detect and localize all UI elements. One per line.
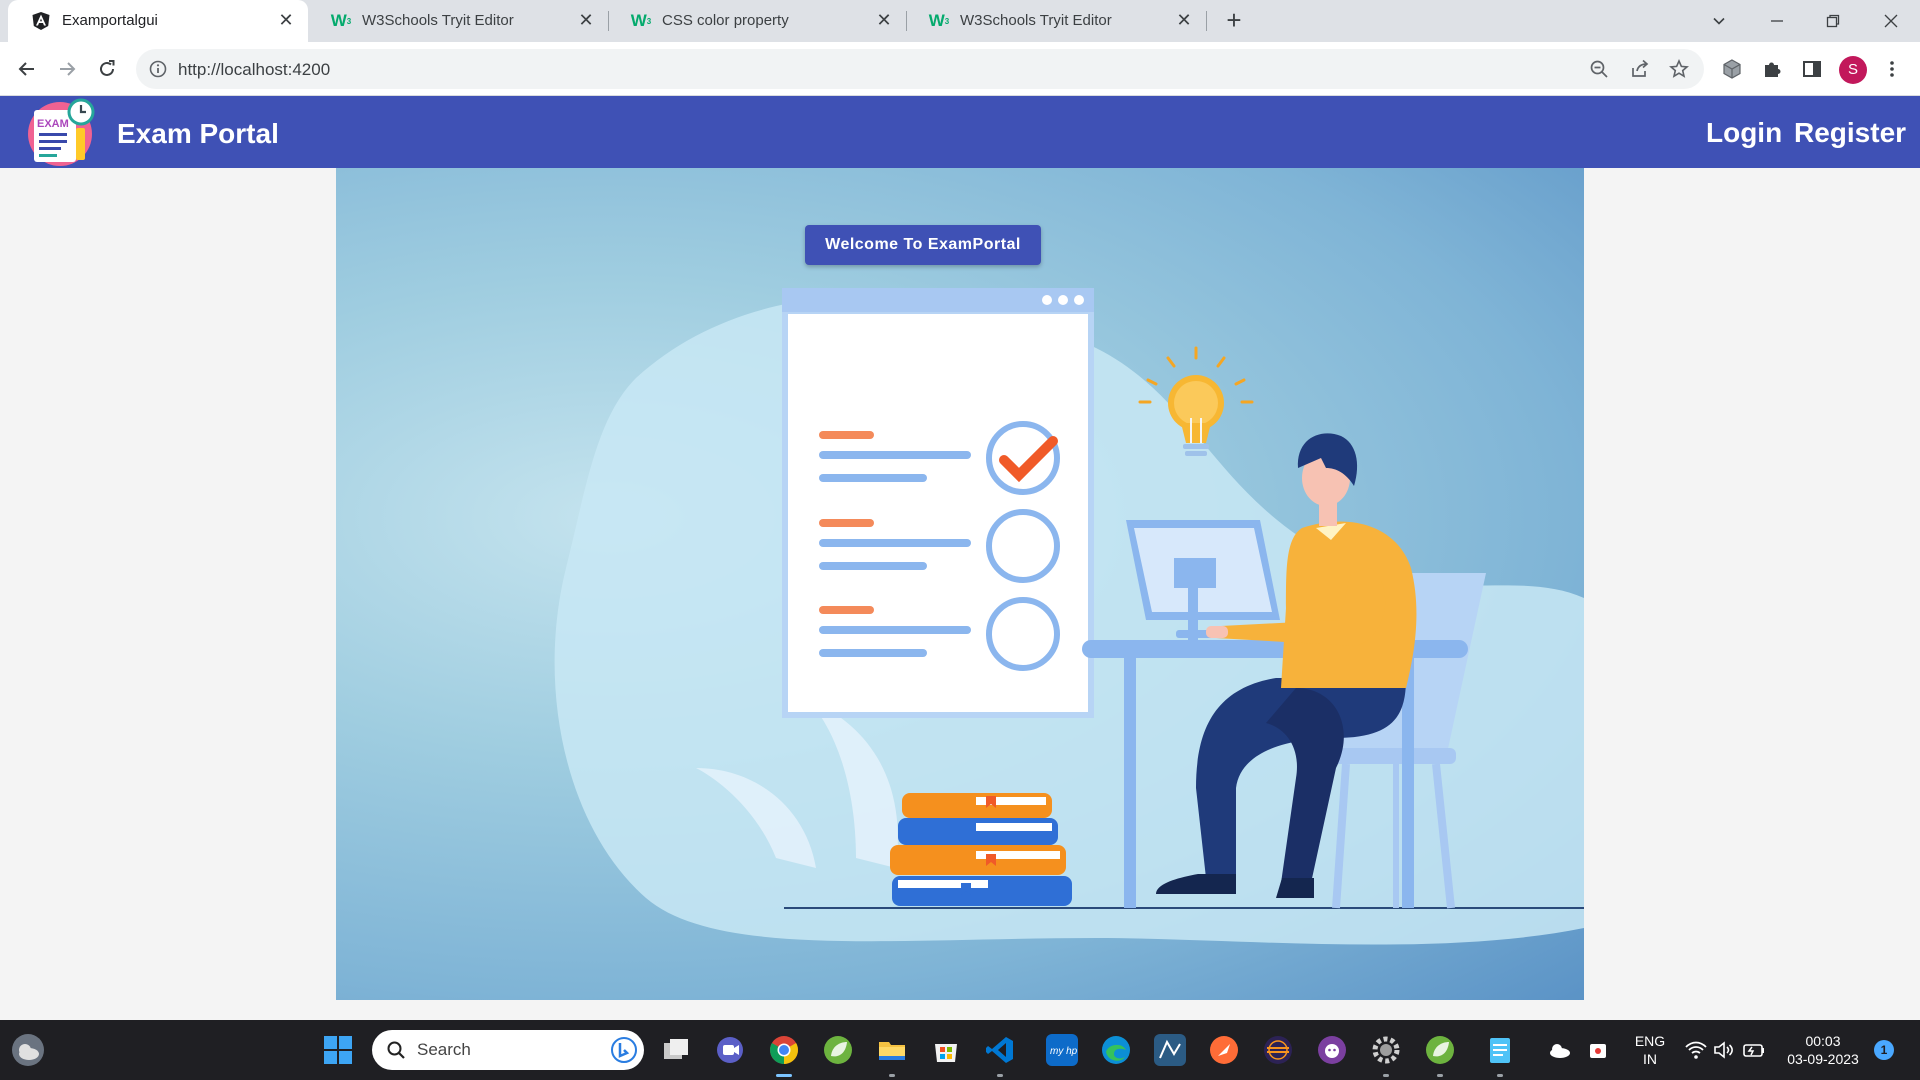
extensions-puzzle-icon[interactable] (1760, 57, 1784, 81)
open-app-indicator (1437, 1074, 1443, 1077)
taskbar-search-box[interactable]: Search (372, 1030, 644, 1070)
exam-illustration (554, 288, 1584, 945)
microsoft-store-icon[interactable] (930, 1034, 962, 1066)
logo-text: EXAM (37, 118, 69, 130)
notification-badge[interactable]: 1 (1874, 1040, 1894, 1060)
hero-banner: Welcome To ExamPortal (336, 168, 1584, 1000)
myhp-icon[interactable]: my hp (1046, 1034, 1078, 1066)
windows-taskbar: Search my hp ENG IN 00:03 03-09-2023 1 (0, 1020, 1920, 1080)
tab-title: Examportalgui (62, 12, 158, 29)
app-tray-icon[interactable] (1586, 1038, 1610, 1062)
close-tab-icon[interactable]: ✕ (1174, 10, 1194, 30)
open-app-indicator (1383, 1074, 1389, 1077)
login-link[interactable]: Login (1706, 117, 1782, 149)
side-panel-icon[interactable] (1800, 57, 1824, 81)
w3schools-icon: W3 (630, 11, 652, 30)
language-code: ENG (1634, 1033, 1666, 1049)
back-icon[interactable] (12, 54, 42, 84)
url-text[interactable]: http://localhost:4200 (178, 60, 330, 80)
book-stack (890, 793, 1072, 906)
app-navbar: EXAM Exam Portal Login Register (0, 96, 1920, 168)
notepad-icon[interactable] (1484, 1034, 1516, 1066)
w3schools-icon: W3 (928, 11, 950, 30)
mysql-workbench-icon[interactable] (1154, 1034, 1186, 1066)
svg-text:my hp: my hp (1050, 1046, 1078, 1057)
close-tab-icon[interactable]: ✕ (576, 10, 596, 30)
new-tab-button[interactable]: + (1220, 7, 1248, 35)
postman-icon[interactable] (1208, 1034, 1240, 1066)
volume-icon[interactable] (1712, 1038, 1736, 1062)
w3schools-icon: W3 (330, 11, 352, 30)
chrome-menu-icon[interactable] (1880, 57, 1904, 81)
tab-title: W3Schools Tryit Editor (960, 12, 1112, 29)
app-brand-title[interactable]: Exam Portal (117, 118, 279, 150)
onedrive-icon[interactable] (1546, 1038, 1572, 1062)
wifi-icon[interactable] (1684, 1038, 1708, 1062)
open-app-indicator (889, 1074, 895, 1077)
teams-icon[interactable] (714, 1034, 746, 1066)
tab-search-chevron-icon[interactable] (1696, 0, 1742, 42)
active-app-indicator (776, 1074, 792, 1077)
close-tab-icon[interactable]: ✕ (874, 10, 894, 30)
search-icon (386, 1040, 406, 1060)
chrome-icon[interactable] (768, 1034, 800, 1066)
eclipse-icon[interactable] (1262, 1034, 1294, 1066)
task-view-icon[interactable] (660, 1034, 692, 1066)
file-explorer-icon[interactable] (876, 1034, 908, 1066)
tab-title: CSS color property (662, 12, 789, 29)
tab-examportalgui[interactable]: Examportalgui ✕ (8, 0, 308, 42)
angular-icon (32, 12, 50, 30)
forward-icon[interactable] (52, 54, 82, 84)
browser-tab-strip: Examportalgui ✕ W3 W3Schools Tryit Edito… (0, 0, 1920, 42)
github-desktop-icon[interactable] (1316, 1034, 1348, 1066)
tab-separator (1206, 11, 1207, 31)
language-indicator[interactable]: ENG IN (1628, 1032, 1672, 1068)
settings-icon[interactable] (1370, 1034, 1402, 1066)
battery-icon[interactable] (1742, 1038, 1766, 1062)
restore-icon[interactable] (1810, 0, 1856, 42)
profile-avatar[interactable]: S (1839, 56, 1867, 84)
browser-toolbar: http://localhost:4200 (0, 42, 1920, 96)
address-bar[interactable]: http://localhost:4200 (136, 49, 1704, 89)
exam-logo-icon[interactable]: EXAM (26, 98, 96, 166)
register-link[interactable]: Register (1794, 117, 1906, 149)
bookmark-star-icon[interactable] (1668, 58, 1690, 80)
site-info-icon[interactable] (148, 59, 168, 79)
start-icon[interactable] (322, 1034, 354, 1066)
extension-cube-icon[interactable] (1720, 57, 1744, 81)
region-code: IN (1643, 1051, 1657, 1067)
share-icon[interactable] (1629, 58, 1651, 80)
clock-time: 00:03 (1805, 1033, 1841, 1049)
tab-title: W3Schools Tryit Editor (362, 12, 514, 29)
open-app-indicator (997, 1074, 1003, 1077)
close-window-icon[interactable] (1868, 0, 1914, 42)
weather-icon[interactable] (12, 1034, 44, 1066)
vscode-icon[interactable] (984, 1034, 1016, 1066)
welcome-button[interactable]: Welcome To ExamPortal (805, 225, 1041, 265)
checklist-board (782, 288, 1094, 718)
clock[interactable]: 00:03 03-09-2023 (1782, 1032, 1864, 1068)
tab-w3schools-tryit-2[interactable]: W3 W3Schools Tryit Editor ✕ (906, 0, 1206, 42)
edge-icon[interactable] (1100, 1034, 1132, 1066)
tab-w3schools-tryit-1[interactable]: W3 W3Schools Tryit Editor ✕ (308, 0, 608, 42)
bing-icon[interactable] (610, 1036, 638, 1064)
search-placeholder: Search (417, 1040, 471, 1059)
tab-css-color-property[interactable]: W3 CSS color property ✕ (608, 0, 906, 42)
close-tab-icon[interactable]: ✕ (276, 10, 296, 30)
open-app-indicator (1497, 1074, 1503, 1077)
spring-tools-icon-2[interactable] (1424, 1034, 1456, 1066)
zoom-out-icon[interactable] (1588, 58, 1610, 80)
clock-date: 03-09-2023 (1787, 1051, 1859, 1067)
spring-tools-icon[interactable] (822, 1034, 854, 1066)
minimize-icon[interactable] (1754, 0, 1800, 42)
reload-icon[interactable] (92, 54, 122, 84)
